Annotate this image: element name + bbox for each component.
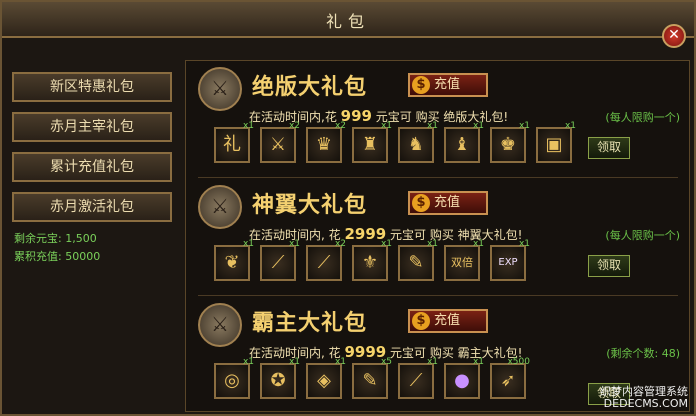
pack-title: 绝版大礼包 [252,75,368,100]
window-title: 礼包 [325,12,370,31]
sidebar: 新区特惠礼包 赤月主宰礼包 累计充值礼包 赤月激活礼包 剩余元宝: 1,500 … [8,62,178,392]
purchase-limit: (每人限购一个) [605,229,680,242]
divider [198,295,678,296]
double-exp-item[interactable]: 双倍 x1 [444,239,484,281]
reward-item[interactable]: ✎ x1 [398,239,438,281]
tab-cumulative-recharge-gift[interactable]: 累计充值礼包 [12,152,172,182]
reward-item[interactable]: ♝ x1 [444,121,484,163]
recharge-button[interactable]: $ 充值 [408,309,488,333]
tab-chiyue-master-gift[interactable]: 赤月主宰礼包 [12,112,172,142]
tab-new-server-gift[interactable]: 新区特惠礼包 [12,72,172,102]
title-bar: 礼包 [2,2,694,38]
coin-icon: $ [412,312,430,330]
claim-button[interactable]: 领取 [588,255,630,277]
reward-item[interactable]: ♜ x1 [352,121,392,163]
reward-item[interactable]: ● x1 [444,357,484,399]
reward-item[interactable]: ♛ x2 [306,121,346,163]
divider [198,177,678,178]
exp-orb-item[interactable]: EXP x1 [490,239,530,281]
crossed-swords-shield-icon: ⚔ [198,303,242,347]
reward-item[interactable]: ⟋ x1 [260,239,300,281]
recharge-button[interactable]: $ 充值 [408,73,488,97]
reward-item[interactable]: 礼 x1 [214,121,254,163]
reward-item[interactable]: ♞ x1 [398,121,438,163]
total-recharge: 累积充值: 50000 [14,250,101,263]
coin-icon: $ [412,76,430,94]
reward-item[interactable]: ⟋ x1 [398,357,438,399]
reward-item[interactable]: ♚ x1 [490,121,530,163]
crossed-swords-shield-icon: ⚔ [198,67,242,111]
pack-title: 神翼大礼包 [252,193,368,218]
reward-item[interactable]: ⟋ x2 [306,239,346,281]
watermark: 织梦内容管理系统 DEDECMS.COM [600,385,688,410]
crossed-swords-shield-icon: ⚔ [198,185,242,229]
claim-button[interactable]: 领取 [588,137,630,159]
reward-item[interactable]: ⚔ x2 [260,121,300,163]
reward-item[interactable]: ▣ x1 [536,121,576,163]
gift-pack-window: 礼包 ✕ 新区特惠礼包 赤月主宰礼包 累计充值礼包 赤月激活礼包 剩余元宝: 1… [0,0,696,416]
reward-item[interactable]: ✎ x5 [352,357,392,399]
pack-list: ⚔ 绝版大礼包 $ 充值 在活动时间内,花 999 元宝可 购买 绝版大礼包! (… [185,60,690,412]
pack-title: 霸主大礼包 [252,311,368,336]
pack-description: 在活动时间内,花 999 元宝可 购买 绝版大礼包! [249,107,509,125]
pack-shenyi: ⚔ 神翼大礼包 $ 充值 在活动时间内, 花 2999 元宝可 购买 神翼大礼包!… [194,181,684,293]
reward-item[interactable]: ⚜ x1 [352,239,392,281]
pack-juebanda: ⚔ 绝版大礼包 $ 充值 在活动时间内,花 999 元宝可 购买 绝版大礼包! (… [194,63,684,175]
remaining-ingots: 剩余元宝: 1,500 [14,232,97,245]
recharge-button[interactable]: $ 充值 [408,191,488,215]
reward-item[interactable]: ◎ x1 [214,357,254,399]
reward-item[interactable]: ✪ x1 [260,357,300,399]
reward-item[interactable]: ❦ x1 [214,239,254,281]
coin-icon: $ [412,194,430,212]
arrow-item[interactable]: ➶ x500 [490,357,530,399]
purchase-limit: (每人限购一个) [605,111,680,124]
reward-item[interactable]: ◈ x1 [306,357,346,399]
remaining-count: (剩余个数: 48) [606,347,680,360]
tab-chiyue-activation-gift[interactable]: 赤月激活礼包 [12,192,172,222]
close-button[interactable]: ✕ [662,24,686,48]
